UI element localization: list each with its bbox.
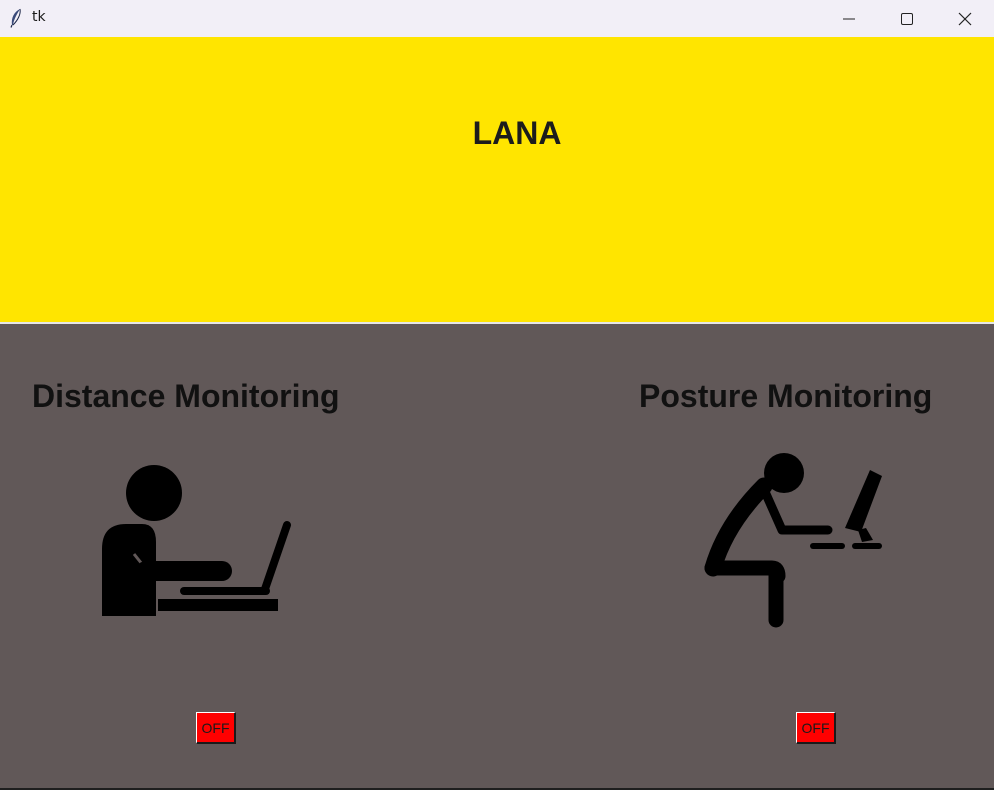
header-banner: LANA (0, 37, 994, 322)
feather-icon (10, 8, 21, 28)
person-at-laptop-icon (102, 465, 291, 616)
close-button[interactable] (936, 0, 994, 37)
maximize-button[interactable] (878, 0, 936, 37)
person-hunched-at-desk-icon (704, 453, 882, 628)
posture-monitoring-toggle-button[interactable]: OFF (796, 712, 836, 744)
distance-monitoring-title: Distance Monitoring (32, 378, 340, 414)
minimize-button[interactable] (820, 0, 878, 37)
maximize-icon (901, 12, 913, 25)
window-title: tk (32, 9, 46, 25)
posture-monitoring-title: Posture Monitoring (639, 378, 933, 414)
app-window: tk LANA Distance Monitoring OFF Posture … (0, 0, 994, 788)
app-title: LANA (472, 115, 562, 151)
title-bar[interactable]: tk (0, 0, 994, 37)
distance-monitoring-toggle-button[interactable]: OFF (196, 712, 236, 744)
close-icon (958, 12, 972, 25)
minimize-icon (843, 18, 855, 19)
header-divider (0, 322, 994, 324)
